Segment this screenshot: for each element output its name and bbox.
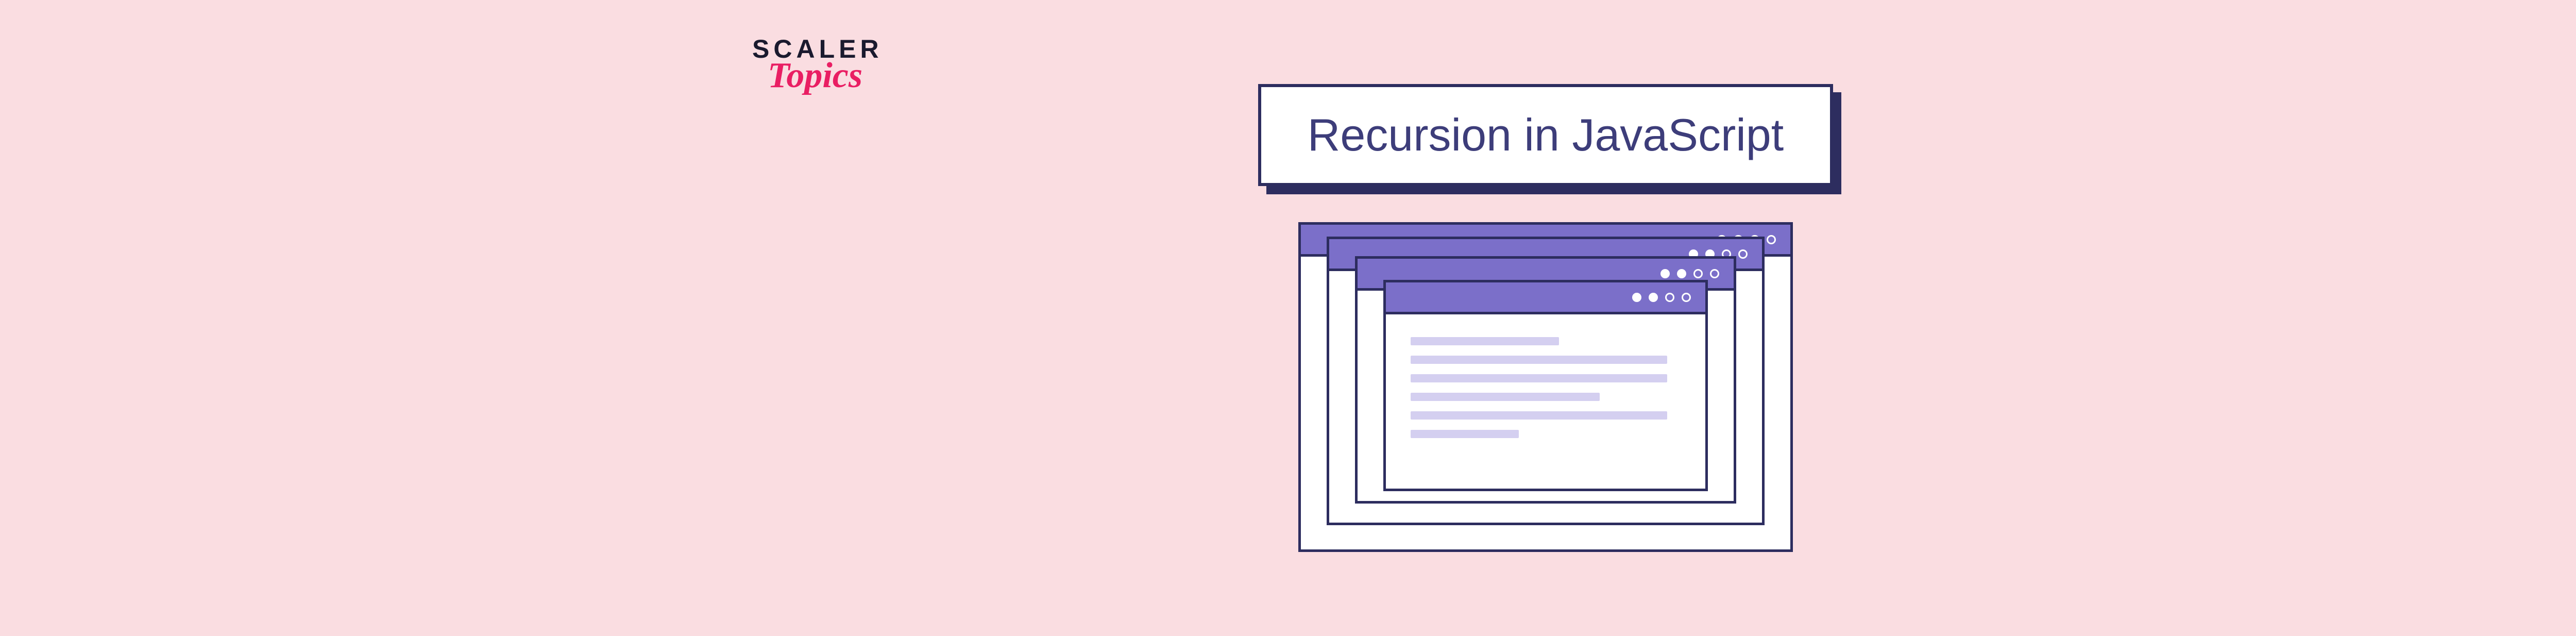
- window-control-icon: [1682, 293, 1691, 302]
- window-control-icon: [1738, 249, 1748, 259]
- content-line: [1411, 393, 1600, 401]
- window-control-icon: [1665, 293, 1674, 302]
- logo-topics-text: Topics: [768, 58, 883, 94]
- window-inner: [1383, 280, 1708, 491]
- content-line: [1411, 337, 1559, 345]
- content-line: [1411, 411, 1667, 420]
- content-line: [1411, 374, 1667, 382]
- content-line: [1411, 430, 1519, 438]
- title-container: Recursion in JavaScript: [1258, 84, 1833, 186]
- window-control-icon: [1710, 269, 1719, 278]
- page-title: Recursion in JavaScript: [1308, 109, 1784, 160]
- brand-logo: SCALER Topics: [752, 36, 883, 94]
- window-control-icon: [1767, 235, 1776, 244]
- content-line: [1411, 356, 1667, 364]
- main-content: Recursion in JavaScript: [1258, 84, 1833, 552]
- window-control-icon: [1632, 293, 1641, 302]
- window-control-icon: [1649, 293, 1658, 302]
- window-control-icon: [1660, 269, 1670, 278]
- window-control-icon: [1693, 269, 1703, 278]
- window-body: [1386, 314, 1705, 471]
- window-header: [1386, 282, 1705, 314]
- recursive-windows-illustration: [1298, 212, 1793, 552]
- title-box: Recursion in JavaScript: [1258, 84, 1833, 186]
- window-control-icon: [1677, 269, 1686, 278]
